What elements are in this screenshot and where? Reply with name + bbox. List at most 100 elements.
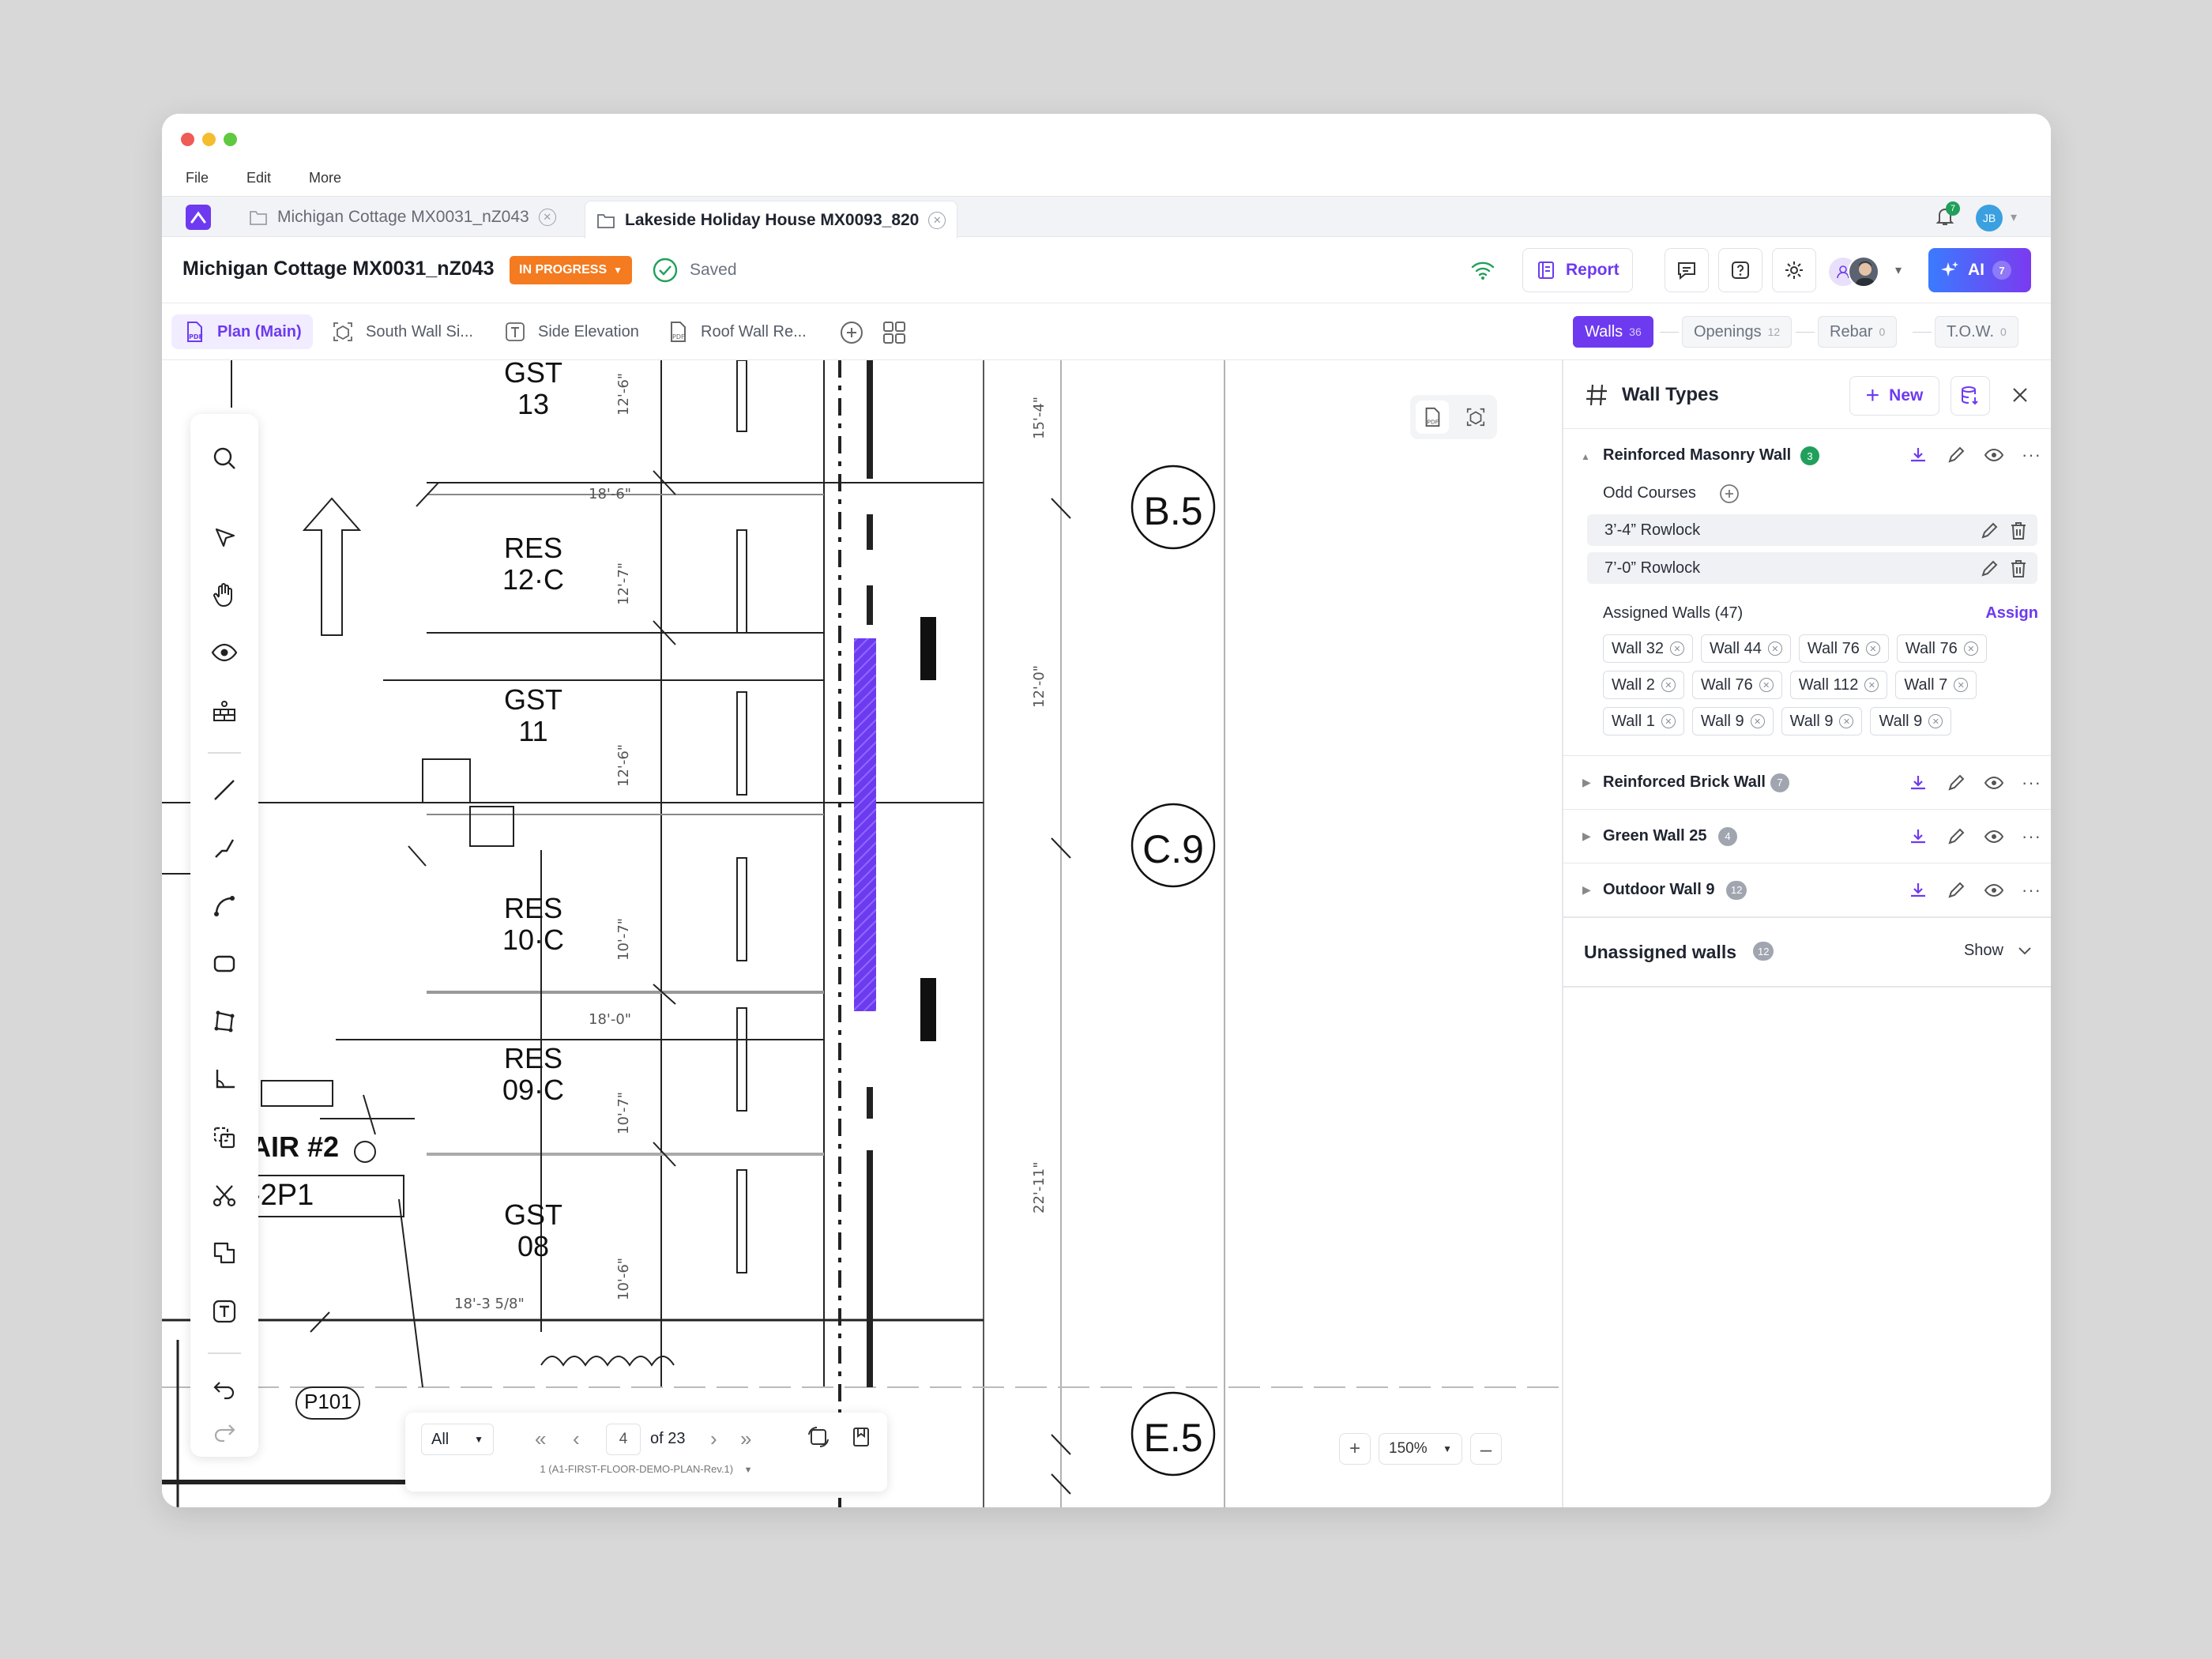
show-unassigned-toggle[interactable]: Show: [1964, 942, 2032, 960]
remove-icon[interactable]: ✕: [1865, 641, 1880, 656]
remove-icon[interactable]: ✕: [1963, 641, 1978, 656]
download-icon[interactable]: [1908, 445, 1928, 465]
expand-caret-icon[interactable]: ▶: [1582, 776, 1591, 789]
select-tool[interactable]: [204, 517, 245, 558]
remove-icon[interactable]: ✕: [1750, 714, 1765, 728]
split-tool[interactable]: [204, 1175, 245, 1216]
close-tab-icon[interactable]: ✕: [928, 211, 946, 229]
grid-view-button[interactable]: [881, 319, 908, 346]
more-icon[interactable]: ···: [2022, 881, 2041, 898]
assigned-wall-chip[interactable]: Wall 7 ✕: [1895, 671, 1977, 699]
assigned-wall-chip[interactable]: Wall 76 ✕: [1691, 671, 1782, 699]
wall-tool[interactable]: [204, 690, 245, 732]
collapse-caret-icon[interactable]: ▲: [1581, 451, 1590, 462]
remove-icon[interactable]: ✕: [1954, 678, 1969, 692]
page-filter-select[interactable]: All ▼: [421, 1424, 494, 1455]
filter-tow[interactable]: T.O.W. 0: [1935, 316, 2018, 348]
tab-lakeside-holiday-house[interactable]: Lakeside Holiday House MX0093_820 ✕: [585, 201, 958, 239]
more-icon[interactable]: ···: [2022, 773, 2041, 791]
zoom-in-button[interactable]: +: [1339, 1433, 1371, 1465]
menu-file[interactable]: File: [186, 170, 209, 186]
zoom-out-button[interactable]: –: [1470, 1433, 1502, 1465]
rectangle-tool[interactable]: [204, 943, 245, 984]
assign-link[interactable]: Assign: [1985, 604, 2038, 623]
line-tool[interactable]: [204, 769, 245, 811]
more-icon[interactable]: ···: [2022, 827, 2041, 845]
comments-button[interactable]: [1665, 248, 1709, 292]
filter-openings[interactable]: Openings 12: [1682, 316, 1793, 348]
assigned-wall-chip[interactable]: Wall 44 ✕: [1700, 634, 1791, 663]
remove-icon[interactable]: ✕: [1661, 678, 1676, 692]
remove-icon[interactable]: ✕: [1864, 678, 1879, 692]
bookmark-icon[interactable]: [849, 1425, 873, 1449]
expand-caret-icon[interactable]: ▶: [1582, 830, 1591, 843]
wall-type-row[interactable]: ▶ Outdoor Wall 9 12 ···: [1563, 863, 2051, 916]
user-avatar[interactable]: JB: [1976, 205, 2003, 231]
visibility-tool[interactable]: [204, 632, 245, 673]
download-icon[interactable]: [1908, 773, 1928, 793]
trash-icon[interactable]: [2009, 559, 2028, 579]
assigned-wall-chip[interactable]: Wall 76 ✕: [1896, 634, 1987, 663]
minimize-window-button[interactable]: [202, 133, 216, 146]
search-tool[interactable]: [204, 438, 245, 479]
pdf-view-button[interactable]: PDF: [1415, 401, 1449, 434]
undo-button[interactable]: [204, 1368, 245, 1409]
chevron-down-icon[interactable]: ▾: [2011, 209, 2017, 225]
redo-button[interactable]: [204, 1411, 245, 1452]
help-button[interactable]: [1718, 248, 1762, 292]
notifications-button[interactable]: 7: [1933, 201, 1961, 231]
remove-icon[interactable]: ✕: [1759, 678, 1774, 692]
remove-icon[interactable]: ✕: [1839, 714, 1854, 728]
report-button[interactable]: Report: [1522, 248, 1633, 292]
subtab-side-elevation[interactable]: Side Elevation: [492, 314, 650, 349]
settings-button[interactable]: [1772, 248, 1816, 292]
wall-type-row[interactable]: ▶ Reinforced Brick Wall 7 ···: [1563, 755, 2051, 809]
page-number-input[interactable]: 4: [606, 1424, 641, 1455]
pencil-icon[interactable]: [1979, 521, 1999, 541]
eye-icon[interactable]: [1984, 826, 2004, 847]
trash-icon[interactable]: [2009, 521, 2028, 541]
polyline-tool[interactable]: [204, 828, 245, 869]
download-icon[interactable]: [1908, 880, 1928, 901]
collaborators-avatars[interactable]: ▾: [1819, 256, 1902, 288]
download-icon[interactable]: [1908, 826, 1928, 847]
3d-view-button[interactable]: [1459, 401, 1492, 434]
close-icon[interactable]: [2009, 384, 2031, 406]
pan-tool[interactable]: [204, 574, 245, 615]
sheet-select[interactable]: 1 (A1-FIRST-FLOOR-DEMO-PLAN-Rev.1) ▼: [405, 1463, 887, 1475]
pencil-icon[interactable]: [1946, 826, 1966, 847]
selected-wall-highlight[interactable]: [854, 638, 876, 1011]
remove-icon[interactable]: ✕: [1767, 641, 1782, 656]
subtab-plan-main[interactable]: PDF Plan (Main): [171, 314, 313, 349]
arc-tool[interactable]: [204, 886, 245, 927]
pencil-icon[interactable]: [1946, 445, 1966, 465]
wall-type-name[interactable]: Reinforced Masonry Wall: [1603, 446, 1791, 465]
zoom-window-button[interactable]: [224, 133, 237, 146]
app-logo[interactable]: [186, 205, 211, 230]
ai-assistant-button[interactable]: AI 7: [1928, 248, 2031, 292]
eye-icon[interactable]: [1984, 445, 2004, 465]
last-page-icon[interactable]: »: [740, 1427, 751, 1451]
menu-more[interactable]: More: [309, 170, 341, 186]
rotate-page-icon[interactable]: [807, 1425, 830, 1449]
close-tab-icon[interactable]: ✕: [538, 209, 556, 226]
assigned-wall-chip[interactable]: Wall 9 ✕: [1870, 707, 1952, 735]
course-row[interactable]: 7’-0” Rowlock: [1587, 552, 2037, 584]
add-course-icon[interactable]: [1718, 483, 1740, 505]
zoom-level-select[interactable]: 150% ▼: [1379, 1433, 1462, 1465]
expand-caret-icon[interactable]: ▶: [1582, 883, 1591, 897]
subtab-roof-wall[interactable]: PDF Roof Wall Re...: [655, 314, 818, 349]
subtab-south-wall[interactable]: South Wall Si...: [320, 314, 484, 349]
status-dropdown[interactable]: IN PROGRESS ▼: [510, 256, 633, 284]
close-window-button[interactable]: [181, 133, 194, 146]
drawing-canvas[interactable]: 12'-6" 12'-7" 12'-6" 10'-7" 10'-7" 10'-6…: [162, 360, 1562, 1507]
assigned-wall-chip[interactable]: Wall 2 ✕: [1603, 671, 1684, 699]
assigned-wall-chip[interactable]: Wall 112 ✕: [1789, 671, 1888, 699]
filter-rebar[interactable]: Rebar 0: [1818, 316, 1898, 348]
pencil-icon[interactable]: [1946, 880, 1966, 901]
wall-type-row[interactable]: ▶ Green Wall 25 4 ···: [1563, 809, 2051, 863]
pencil-icon[interactable]: [1946, 773, 1966, 793]
menu-edit[interactable]: Edit: [246, 170, 271, 186]
assigned-wall-chip[interactable]: Wall 9 ✕: [1691, 707, 1774, 735]
eye-icon[interactable]: [1984, 773, 2004, 793]
